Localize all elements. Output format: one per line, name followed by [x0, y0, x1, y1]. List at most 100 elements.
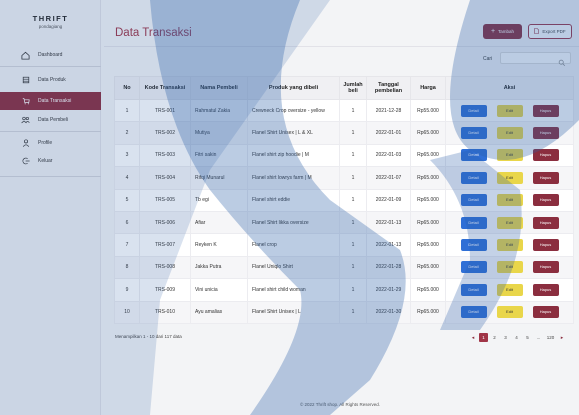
edit-button[interactable]: Edit: [496, 171, 523, 184]
edit-button[interactable]: Edit: [496, 194, 523, 207]
cell-actions: Detail Edit Hapus: [445, 278, 574, 302]
page-last-button[interactable]: 120: [545, 333, 556, 342]
page-title: Data Transaksi: [115, 27, 192, 39]
edit-button[interactable]: Edit: [496, 104, 523, 117]
delete-button[interactable]: Hapus: [532, 194, 559, 207]
cell-tanggal: 2022-01-13: [366, 233, 411, 257]
page-3-button[interactable]: 3: [501, 333, 510, 342]
delete-button[interactable]: Hapus: [532, 149, 559, 162]
detail-button[interactable]: Detail: [460, 194, 487, 207]
sidebar-item-profile[interactable]: Profile: [0, 134, 101, 152]
edit-button[interactable]: Edit: [496, 216, 523, 229]
search-label: Cari: [483, 56, 493, 62]
detail-button[interactable]: Detail: [460, 261, 487, 274]
sidebar-item-label: Data Transaksi: [38, 98, 72, 104]
table-row: 1 TRS-001 Rahmatul Zakia Crewneck Crop over…: [114, 98, 574, 123]
page-ellipsis: ...: [536, 335, 541, 340]
edit-button[interactable]: Edit: [496, 306, 523, 319]
cell-actions: Detail Edit Hapus: [445, 166, 574, 190]
logout-icon: [21, 157, 30, 166]
footer-copyright: © 2022 Thrift shop. All Rights Reserved.: [299, 402, 381, 407]
page-1-button[interactable]: 1: [479, 333, 488, 342]
cell-harga: Rp65.000: [410, 255, 446, 280]
cell-kode: TRS-002: [139, 121, 191, 145]
table-row: 4 TRS-004 Rifqi Munarul Flanel shirt lowrys…: [114, 166, 574, 190]
showing-info: Menampilkan 1 - 10 dari 117 data: [115, 334, 182, 339]
cell-nama: Reyken K: [190, 233, 248, 257]
cell-jumlah: 1: [339, 166, 367, 190]
cell-kode: TRS-007: [139, 233, 191, 257]
cell-produk: Flanel Shirt Unisex | L: [247, 300, 340, 324]
cell-nama: Rifqi Munarul: [190, 166, 248, 190]
delete-button[interactable]: Hapus: [532, 306, 559, 319]
sidebar-item-label: Dashboard: [38, 52, 63, 58]
cell-produk: Flanel shirt child woman: [247, 278, 340, 302]
cell-kode: TRS-006: [139, 210, 191, 235]
detail-button[interactable]: Detail: [460, 127, 487, 140]
cell-jumlah: 1: [339, 188, 367, 212]
detail-button[interactable]: Detail: [460, 171, 487, 184]
cell-no: 9: [114, 278, 140, 302]
sidebar-item-keluar[interactable]: Keluar: [0, 152, 101, 170]
delete-button[interactable]: Hapus: [532, 283, 559, 296]
delete-button[interactable]: Hapus: [532, 127, 559, 140]
sidebar-item-label: Data Pembeli: [38, 117, 69, 123]
cell-harga: Rp65.000: [410, 188, 446, 212]
cell-harga: Rp65.000: [410, 166, 446, 190]
edit-button[interactable]: Edit: [496, 239, 523, 252]
add-button-label: Tambah: [498, 29, 515, 34]
delete-button[interactable]: Hapus: [532, 239, 559, 252]
export-pdf-button[interactable]: Export PDF: [528, 24, 572, 39]
next-page-icon[interactable]: ▸: [558, 335, 566, 341]
cell-kode: TRS-003: [139, 143, 191, 168]
sidebar-divider: [0, 66, 101, 67]
column-header-produk: Produk yang dibeli: [247, 76, 340, 100]
edit-button[interactable]: Edit: [496, 261, 523, 274]
column-header-aksi: Aksi: [445, 76, 574, 100]
edit-button[interactable]: Edit: [496, 127, 523, 140]
cell-nama: Rahmatul Zakia: [190, 98, 248, 123]
sidebar-item-data-transaksi[interactable]: Data Transaksi: [0, 92, 101, 110]
delete-button[interactable]: Hapus: [532, 261, 559, 274]
document-icon: [534, 28, 540, 35]
page-2-button[interactable]: 2: [490, 333, 499, 342]
edit-button[interactable]: Edit: [496, 149, 523, 162]
cell-produk: Flanel shirt lowrys farm | M: [247, 166, 340, 190]
cell-jumlah: 1: [339, 210, 367, 235]
detail-button[interactable]: Detail: [460, 283, 487, 296]
home-icon: [21, 51, 30, 60]
detail-button[interactable]: Detail: [460, 239, 487, 252]
detail-button[interactable]: Detail: [460, 216, 487, 229]
delete-button[interactable]: Hapus: [532, 216, 559, 229]
sidebar-divider: [0, 176, 101, 177]
detail-button[interactable]: Detail: [460, 306, 487, 319]
prev-page-icon[interactable]: ◂: [469, 335, 477, 341]
page-5-button[interactable]: 5: [523, 333, 532, 342]
cell-kode: TRS-008: [139, 255, 191, 280]
cell-kode: TRS-004: [139, 166, 191, 190]
table-row: 9 TRS-009 Vini unicia Flanel shirt child wo…: [114, 278, 574, 302]
search-icon[interactable]: [558, 54, 566, 67]
cell-actions: Detail Edit Hapus: [445, 143, 574, 168]
plus-icon: +: [490, 28, 496, 35]
cell-nama: Ayu amalias: [190, 300, 248, 324]
cell-harga: Rp65.000: [410, 233, 446, 257]
cell-kode: TRS-010: [139, 300, 191, 324]
detail-button[interactable]: Detail: [460, 104, 487, 117]
cell-nama: Afiar: [190, 210, 248, 235]
sidebar-item-dashboard[interactable]: Dashboard: [0, 46, 101, 64]
sidebar-item-data-produk[interactable]: Data Produk: [0, 71, 101, 89]
detail-button[interactable]: Detail: [460, 149, 487, 162]
delete-button[interactable]: Hapus: [532, 104, 559, 117]
table-row: 6 TRS-006 Afiar Flanel Shirt likka oversize…: [114, 210, 574, 235]
cell-no: 3: [114, 143, 140, 168]
delete-button[interactable]: Hapus: [532, 171, 559, 184]
page-4-button[interactable]: 4: [512, 333, 521, 342]
cell-nama: Vini unicia: [190, 278, 248, 302]
brand-logo: THRIFT pondagiang: [0, 14, 101, 29]
cell-no: 7: [114, 233, 140, 257]
cell-jumlah: 1: [339, 300, 367, 324]
add-button[interactable]: + Tambah: [483, 24, 522, 39]
edit-button[interactable]: Edit: [496, 283, 523, 296]
sidebar-item-data-pembeli[interactable]: Data Pembeli: [0, 111, 101, 129]
